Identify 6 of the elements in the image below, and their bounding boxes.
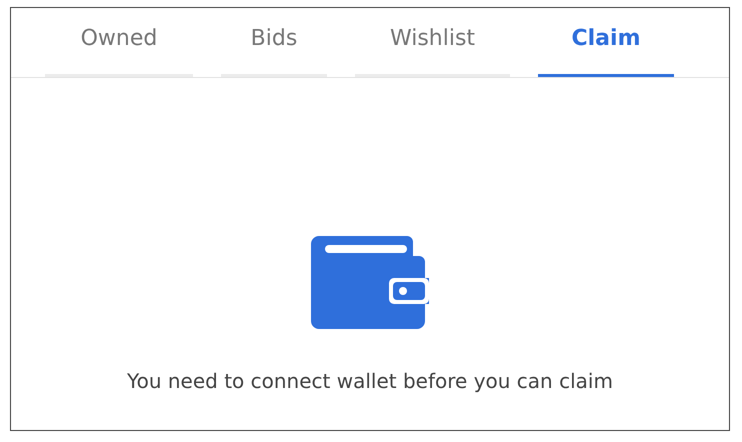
tab[interactable]: Wishlist	[355, 8, 510, 77]
tab[interactable]: Claim	[538, 8, 674, 77]
tab[interactable]: Owned	[45, 8, 193, 77]
empty-message: You need to connect wallet before you can claim	[127, 369, 613, 393]
wallet-icon	[311, 236, 429, 329]
tab[interactable]: Bids	[221, 8, 327, 77]
